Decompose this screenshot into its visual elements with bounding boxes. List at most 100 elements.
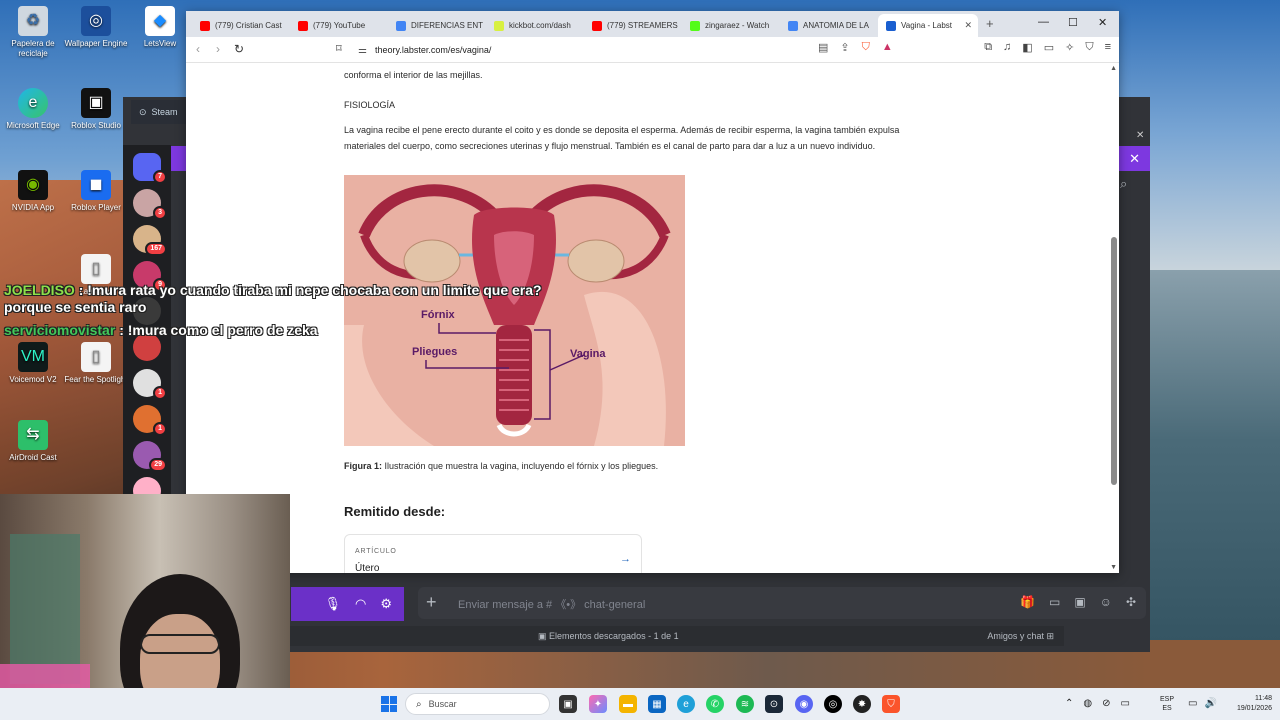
menu-icon[interactable]: ≡ [1105,41,1111,54]
chevron-up-icon[interactable]: ⌃ [1065,698,1073,709]
microphone-icon[interactable]: 🎙 [324,596,341,612]
server-icon[interactable]: 1 [133,369,167,400]
steam-window-tab[interactable]: ⊙ Steam [131,100,191,124]
label-pliegues: Pliegues [412,346,457,358]
desktop-icon-edge[interactable]: e Microsoft Edge [0,88,66,131]
desktop-icon-nvidia[interactable]: ◉ NVIDIA App [0,170,66,213]
page-scrollbar[interactable]: ▲ ▼ [1108,63,1119,573]
share-icon[interactable]: ⇪ [840,41,849,54]
taskbar-search[interactable]: ⌕ Buscar [405,693,550,715]
airdroid-icon: ⇆ [18,420,48,450]
voicemod-icon: VM [18,342,48,372]
search-icon[interactable]: ⌕ [1120,176,1127,192]
physiology-paragraph: La vagina recibe el pene erecto durante … [344,125,900,151]
reload-icon[interactable]: ↻ [234,42,244,56]
file-icon: ▯ [81,254,111,284]
spotify-icon[interactable]: ≋ [736,695,754,713]
screenshot-icon[interactable]: ⧉ [984,41,992,54]
vpn-icon[interactable]: ⛉ [1085,41,1093,54]
task-view-icon[interactable]: ▣ [559,695,577,713]
minimize-icon[interactable]: — [1038,16,1049,28]
sticker-icon[interactable]: ▣ [1074,595,1085,609]
browser-tab[interactable]: kickbot.com/dash [486,14,581,37]
server-icon[interactable]: 167 [133,225,167,256]
scroll-down-icon[interactable]: ▼ [1110,564,1117,571]
tray-app-icon[interactable]: ▭ [1121,698,1130,709]
server-icon[interactable]: 29 [133,441,167,472]
server-icon[interactable]: 1 [133,405,167,436]
new-tab-icon[interactable]: + [986,16,994,31]
back-icon[interactable]: ‹ [196,42,200,56]
close-tab-icon[interactable]: ✕ [964,20,972,31]
close-icon[interactable]: ✕ [1129,151,1140,167]
brave-rewards-icon[interactable]: ▲ [882,41,893,54]
store-icon[interactable]: ▦ [648,695,666,713]
quick-settings[interactable]: ▭ 🔊 [1188,698,1217,709]
desktop-icon-fear-the-spotlight[interactable]: ▯ Fear the Spotlight [63,342,129,385]
site-info-icon[interactable]: ⚌ [358,45,367,56]
browser-tab[interactable]: zingaraez - Watch [682,14,777,37]
emoji-icon[interactable]: ☺ [1100,595,1112,609]
language-indicator[interactable]: ESP ES [1160,695,1174,713]
friends-chat-button[interactable]: Amigos y chat ⊞ [987,631,1054,642]
scroll-thumb[interactable] [1111,237,1117,485]
whatsapp-icon[interactable]: ✆ [706,695,724,713]
app-icon[interactable]: ✸ [853,695,871,713]
browser-tab-active[interactable]: Vagina - Labst ✕ [878,14,978,37]
tab-title: DIFERENCIAS ENTI [411,21,483,30]
tray-app-icon[interactable]: ◍ [1083,698,1092,709]
card-kicker: ARTÍCULO [355,548,397,555]
media-icon[interactable]: ♫ [1003,41,1011,54]
desktop-icon-voicemod[interactable]: VM Voicemod V2 [0,342,66,385]
downloads-status[interactable]: ▣ Elementos descargados - 1 de 1 [538,631,679,642]
desktop-icon-wallpaper-engine[interactable]: ◎ Wallpaper Engine [63,6,129,49]
steam-icon[interactable]: ⊙ [765,695,783,713]
discord-message-composer[interactable]: + Enviar mensaje a # 《•》 chat-general 🎁 … [418,587,1146,619]
gift-icon[interactable]: 🎁 [1020,595,1035,609]
discord-status-bar: ▣ Elementos descargados - 1 de 1 Amigos … [290,626,1064,646]
search-icon: ⌕ [416,698,422,710]
browser-tab[interactable]: (779) Cristian Cast [192,14,287,37]
browser-tab[interactable]: DIFERENCIAS ENTI [388,14,483,37]
desktop-icon-recycle-bin[interactable]: ♻ Papelera de reciclaje [0,6,66,59]
browser-right-toolbar: ⧉ ♫ ◧ ▭ ✧ ⛉ ≡ [984,41,1111,54]
discord-close-icon[interactable]: ✕ [1136,130,1144,141]
windows-start-icon[interactable] [381,696,397,712]
maximize-icon[interactable]: ☐ [1068,16,1078,29]
browser-tab[interactable]: (779) YouTube [290,14,385,37]
leo-ai-icon[interactable]: ✧ [1065,41,1074,54]
browser-tab[interactable]: (779) STREAMERS [584,14,679,37]
brave-icon[interactable]: ⛉ [882,695,900,713]
related-article-card[interactable]: ARTÍCULO Útero → [344,534,642,573]
obs-icon[interactable]: ◎ [824,695,842,713]
forward-icon[interactable]: › [216,42,220,56]
file-explorer-icon[interactable]: ▬ [619,695,637,713]
close-window-icon[interactable]: ✕ [1098,16,1107,29]
plus-icon[interactable]: + [426,592,437,613]
wallet-icon[interactable]: ▭ [1044,41,1054,54]
browser-tab[interactable]: ANATOMIA DE LA [780,14,875,37]
discord-icon[interactable]: ◉ [795,695,813,713]
clock[interactable]: 11:48 19/01/2026 [1237,694,1272,714]
scroll-up-icon[interactable]: ▲ [1110,65,1117,72]
headphones-icon[interactable]: ◠ [355,596,366,612]
gear-icon[interactable]: ⚙ [380,596,392,612]
discord-home-icon[interactable]: 7 [133,153,167,184]
bookmark-icon[interactable]: ⌑ [336,42,342,55]
tray-app-icon[interactable]: ⊘ [1102,698,1110,709]
gif-icon[interactable]: ▭ [1049,595,1060,609]
desktop-icon-letsview[interactable]: ◆ LetsView [127,6,193,49]
desktop-icon-label: Voicemod V2 [9,375,57,384]
desktop-icon-roblox-player[interactable]: ◼ Roblox Player [63,170,129,213]
apps-icon[interactable]: ✣ [1126,595,1136,609]
desktop-icon-airdroid[interactable]: ⇆ AirDroid Cast [0,420,66,463]
desktop-icon-label: Wallpaper Engine [64,39,128,48]
reader-mode-icon[interactable]: ▤ [818,41,828,54]
edge-icon[interactable]: e [677,695,695,713]
desktop-icon-roblox-studio[interactable]: ▣ Roblox Studio [63,88,129,131]
sidebar-icon[interactable]: ◧ [1022,41,1032,54]
server-icon[interactable]: 3 [133,189,167,220]
address-bar[interactable]: ⚌ theory.labster.com/es/vagina/ [358,40,842,60]
copilot-icon[interactable]: ✦ [589,695,607,713]
brave-shields-icon[interactable]: ⛉ [862,41,870,54]
